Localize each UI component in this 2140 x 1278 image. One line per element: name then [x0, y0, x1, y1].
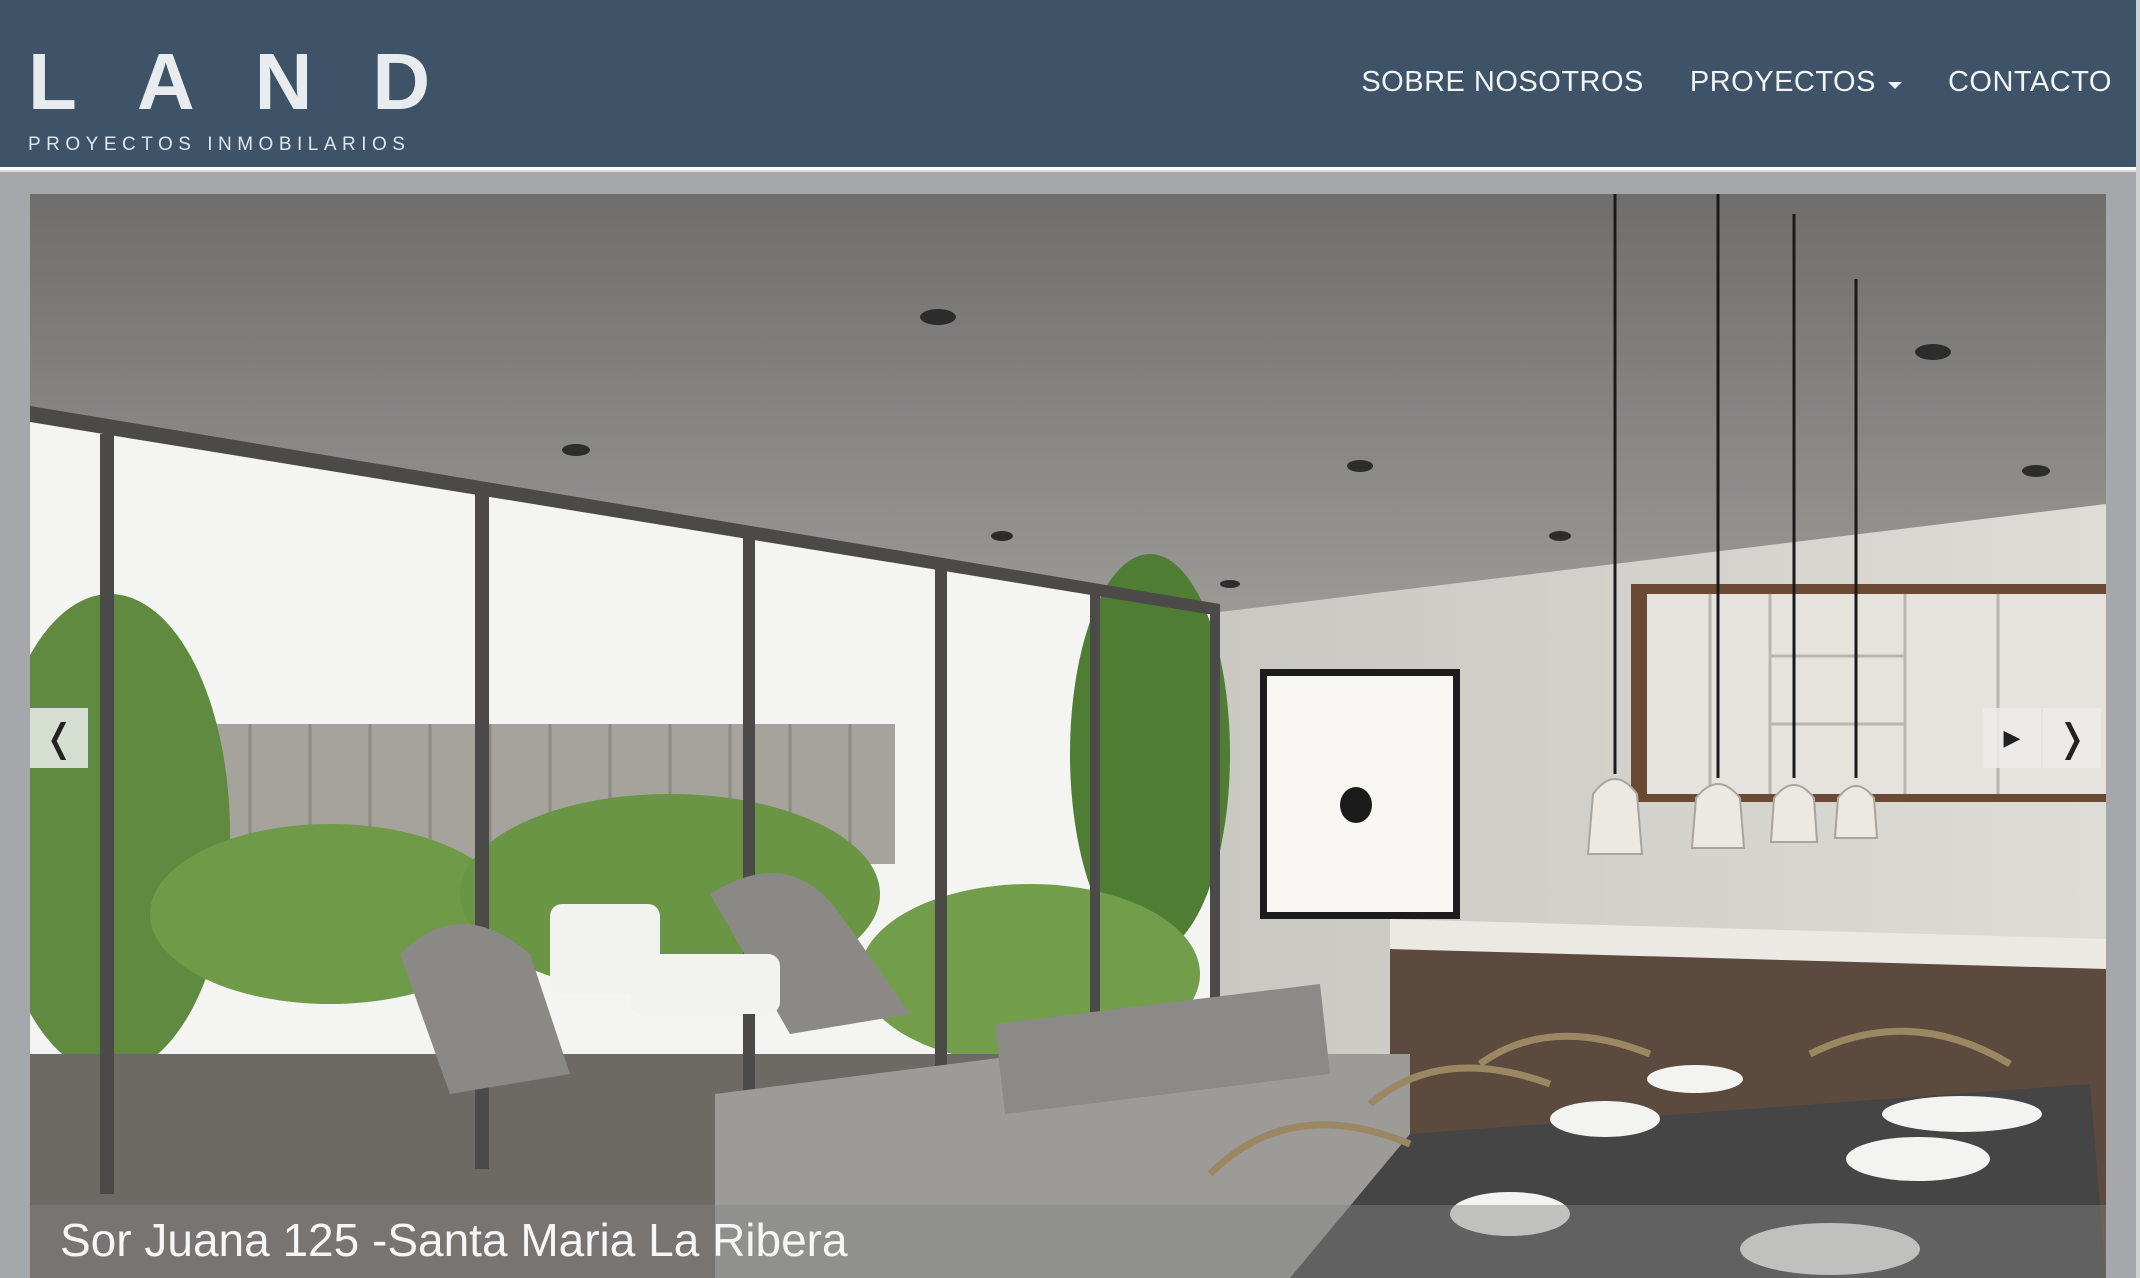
- caret-down-icon: [1887, 82, 1902, 89]
- nav-sobre-nosotros[interactable]: SOBRE NOSOTROS: [1361, 66, 1644, 99]
- interior-render-image: [30, 194, 2106, 1278]
- nav-contacto-label: CONTACTO: [1947, 66, 2112, 98]
- logo[interactable]: LAND PROYECTOS INMOBILARIOS: [28, 37, 491, 156]
- main-nav: SOBRE NOSOTROS PROYECTOS CONTACTO: [1315, 66, 2112, 99]
- slider-prev-button[interactable]: ❬: [30, 708, 88, 768]
- nav-proyectos-dropdown[interactable]: PROYECTOS: [1690, 66, 1902, 99]
- nav-sobre-nosotros-label: SOBRE NOSOTROS: [1361, 66, 1644, 98]
- logo-subtitle: PROYECTOS INMOBILARIOS: [28, 134, 411, 155]
- image-slider[interactable]: [30, 194, 2106, 1278]
- slider-play-button[interactable]: ▶: [1983, 708, 2041, 768]
- scrollbar-edge: [2136, 0, 2140, 1278]
- nav-contacto[interactable]: CONTACTO: [1948, 66, 2112, 99]
- site-header: LAND PROYECTOS INMOBILARIOS SOBRE NOSOTR…: [0, 0, 2136, 167]
- chevron-left-icon: ❬: [43, 716, 75, 760]
- slider-next-button[interactable]: ❭: [2043, 708, 2101, 768]
- nav-proyectos-label: PROYECTOS: [1689, 66, 1876, 98]
- slide-caption: Sor Juana 125 -Santa Maria La Ribera: [60, 1214, 848, 1266]
- slide-caption-bar: Sor Juana 125 -Santa Maria La Ribera: [30, 1205, 2106, 1278]
- chevron-right-icon: ❭: [2056, 716, 2088, 760]
- logo-mark: LAND: [28, 37, 491, 126]
- play-icon: ▶: [2003, 725, 2021, 751]
